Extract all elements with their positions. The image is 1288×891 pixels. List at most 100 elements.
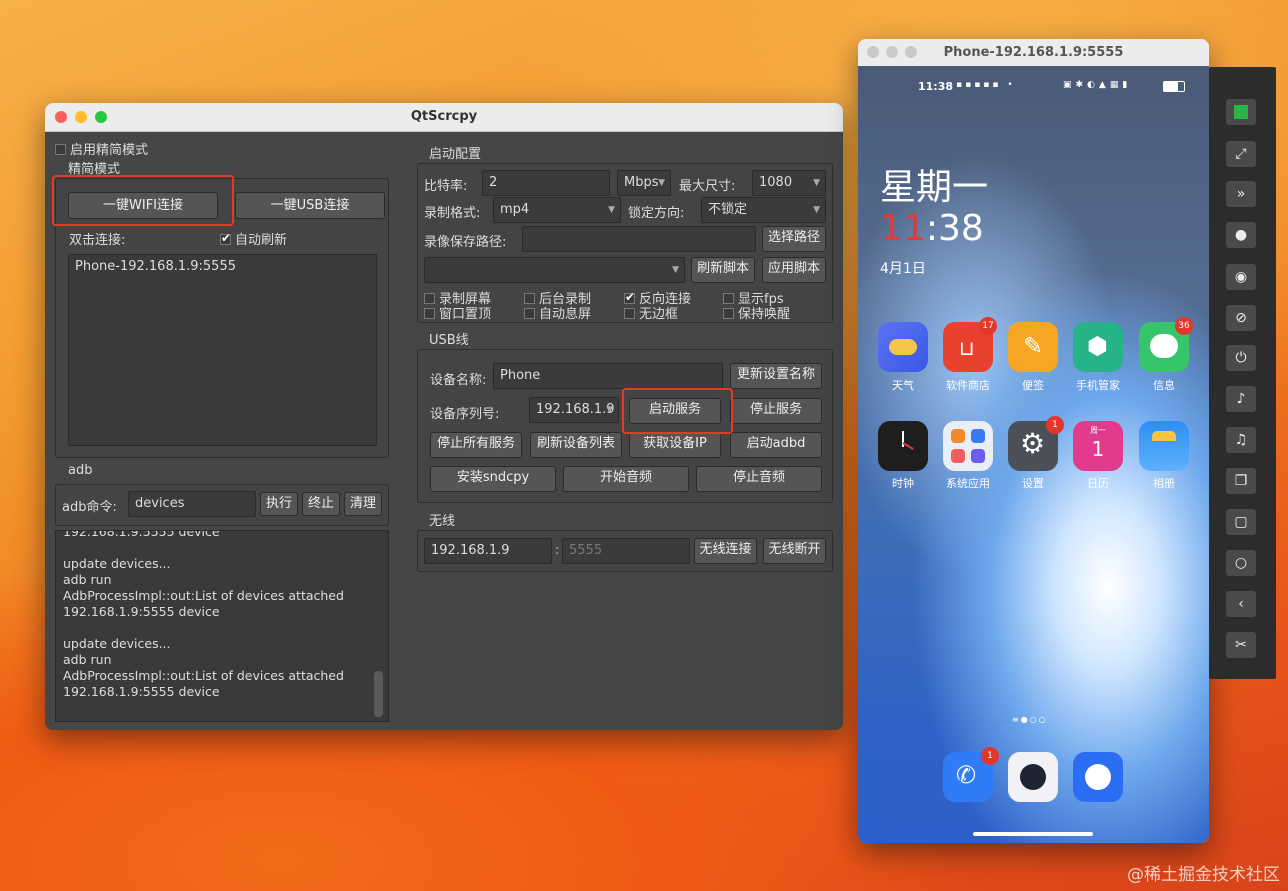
- home-circle-icon[interactable]: ○: [1226, 550, 1256, 576]
- update-name-button[interactable]: 更新设置名称: [730, 363, 822, 389]
- bitrate-input[interactable]: 2: [482, 170, 610, 196]
- adb-clear-button[interactable]: 清理: [344, 492, 382, 516]
- device-list-item[interactable]: Phone-192.168.1.9:5555: [75, 259, 236, 274]
- device-name-input[interactable]: Phone: [493, 363, 723, 389]
- window-top-checkbox[interactable]: 窗口置顶: [424, 303, 491, 322]
- chevron-down-icon: ▼: [672, 265, 679, 275]
- log-line: update devices...: [63, 636, 171, 651]
- simple-mode-checkbox[interactable]: 启用精简模式: [55, 139, 148, 158]
- home-gesture-bar[interactable]: [973, 832, 1093, 836]
- camera-app-icon[interactable]: [1008, 752, 1058, 802]
- device-list[interactable]: Phone-192.168.1.9:5555: [68, 254, 377, 446]
- script-select[interactable]: ▼: [424, 257, 685, 283]
- start-service-highlight: [622, 388, 733, 434]
- system-apps-folder-icon[interactable]: [943, 421, 993, 471]
- lock-direction-label: 锁定方向:: [628, 206, 685, 221]
- serial-select[interactable]: 192.168.1.9 ▼: [529, 397, 619, 423]
- copy-icon[interactable]: ❐: [1226, 468, 1256, 494]
- expand-icon[interactable]: »: [1226, 181, 1256, 207]
- calendar-weekday: 周一: [1090, 426, 1106, 435]
- volume-down-icon[interactable]: ♫: [1226, 427, 1256, 453]
- power-icon[interactable]: ⏻: [1226, 345, 1256, 371]
- clock-minutes: :38: [925, 208, 984, 249]
- adb-exec-button[interactable]: 执行: [260, 492, 298, 516]
- wireless-port-input[interactable]: 5555: [562, 538, 690, 564]
- adb-log[interactable]: 192.168.1.9:5555 device update devices..…: [55, 530, 389, 722]
- install-sndcpy-button[interactable]: 安装sndcpy: [430, 466, 556, 492]
- record-format-select[interactable]: mp4 ▼: [493, 197, 621, 223]
- auto-refresh-checkbox[interactable]: ✔ 自动刷新: [220, 229, 287, 248]
- wifi-connect-highlight: [52, 175, 234, 226]
- gallery-app-label: 相册: [1153, 477, 1175, 490]
- get-device-ip-button[interactable]: 获取设备IP: [629, 432, 721, 458]
- select-path-button[interactable]: 选择路径: [762, 226, 826, 252]
- start-audio-button[interactable]: 开始音频: [563, 466, 689, 492]
- weekday: 星期一: [880, 167, 989, 208]
- page-indicator[interactable]: ≡●○○: [1012, 715, 1048, 724]
- notes-app-icon[interactable]: ✎: [1008, 322, 1058, 372]
- usb-connect-button[interactable]: 一键USB连接: [235, 192, 385, 219]
- stop-audio-button[interactable]: 停止音频: [696, 466, 822, 492]
- eye-icon[interactable]: ◉: [1226, 264, 1256, 290]
- auto-screen-off-checkbox[interactable]: 自动息屏: [524, 303, 591, 322]
- bitrate-unit-value: Mbps: [624, 175, 659, 190]
- fullscreen-icon[interactable]: ⤢: [1226, 141, 1256, 167]
- title-bar[interactable]: QtScrcpy: [45, 103, 843, 132]
- green-square-icon[interactable]: [1226, 99, 1256, 125]
- simple-mode-checkbox-label: 启用精简模式: [70, 143, 149, 158]
- window-top-label: 窗口置顶: [439, 307, 492, 322]
- keep-awake-label: 保持唤醒: [738, 307, 791, 322]
- eye-off-icon[interactable]: ⊘: [1226, 305, 1256, 331]
- log-line: update devices...: [63, 556, 171, 571]
- lock-direction-select[interactable]: 不锁定 ▼: [701, 197, 826, 223]
- frameless-checkbox[interactable]: 无边框: [624, 303, 678, 322]
- refresh-devices-button[interactable]: 刷新设备列表: [530, 432, 622, 458]
- phone-manager-icon[interactable]: ⬢: [1073, 322, 1123, 372]
- start-config-title: 启动配置: [429, 147, 482, 162]
- keep-awake-checkbox[interactable]: 保持唤醒: [723, 303, 790, 322]
- system-apps-label: 系统应用: [946, 477, 990, 490]
- double-click-label: 双击连接:: [69, 233, 126, 248]
- notification-icons: ▪▪▪▪▪ •: [956, 80, 1016, 90]
- phone-screen[interactable]: 11:38 ▪▪▪▪▪ • ▣✱◐▲▦▮ 星期一 11:38 4月1日 天气 ⊔…: [858, 66, 1209, 843]
- gallery-app-icon[interactable]: [1139, 421, 1189, 471]
- wireless-ip-input[interactable]: 192.168.1.9: [424, 538, 552, 564]
- bitrate-unit-select[interactable]: Mbps ▼: [617, 170, 671, 196]
- app-store-label: 软件商店: [946, 379, 990, 392]
- adb-cmd-input[interactable]: devices: [128, 491, 256, 517]
- stop-service-button[interactable]: 停止服务: [730, 398, 822, 424]
- adb-stop-button[interactable]: 终止: [302, 492, 340, 516]
- record-format-label: 录制格式:: [424, 206, 481, 221]
- stop-all-services-button[interactable]: 停止所有服务: [430, 432, 522, 458]
- record-icon[interactable]: ●: [1226, 222, 1256, 248]
- refresh-script-button[interactable]: 刷新脚本: [691, 257, 755, 283]
- browser-app-icon[interactable]: [1073, 752, 1123, 802]
- lock-direction-value: 不锁定: [708, 202, 748, 217]
- serial-label: 设备序列号:: [430, 407, 500, 422]
- max-size-value: 1080: [759, 175, 793, 190]
- phone-window-title: Phone-192.168.1.9:5555: [943, 45, 1124, 60]
- app-store-badge: 17: [979, 317, 997, 335]
- frameless-label: 无边框: [639, 307, 679, 322]
- messages-badge: 36: [1175, 317, 1193, 335]
- wireless-disconnect-button[interactable]: 无线断开: [763, 538, 826, 564]
- dialer-badge: 1: [981, 747, 999, 765]
- back-icon[interactable]: ‹: [1226, 591, 1256, 617]
- square-icon[interactable]: ▢: [1226, 509, 1256, 535]
- status-time: 11:38: [918, 80, 954, 93]
- clock-app-label: 时钟: [892, 477, 914, 490]
- volume-up-icon[interactable]: ♪: [1226, 386, 1256, 412]
- date: 4月1日: [880, 261, 926, 277]
- weather-app-icon[interactable]: [878, 322, 928, 372]
- clock-app-icon[interactable]: [878, 421, 928, 471]
- start-adbd-button[interactable]: 启动adbd: [730, 432, 822, 458]
- clock: 11:38: [880, 208, 984, 249]
- record-path-input[interactable]: [522, 226, 756, 252]
- log-scrollbar[interactable]: [374, 671, 383, 717]
- apply-script-button[interactable]: 应用脚本: [762, 257, 826, 283]
- wireless-connect-button[interactable]: 无线连接: [694, 538, 757, 564]
- calendar-app-icon[interactable]: 周一 1: [1073, 421, 1123, 471]
- max-size-select[interactable]: 1080 ▼: [752, 170, 826, 196]
- phone-title-bar[interactable]: Phone-192.168.1.9:5555: [858, 39, 1209, 66]
- scissors-icon[interactable]: ✂: [1226, 632, 1256, 658]
